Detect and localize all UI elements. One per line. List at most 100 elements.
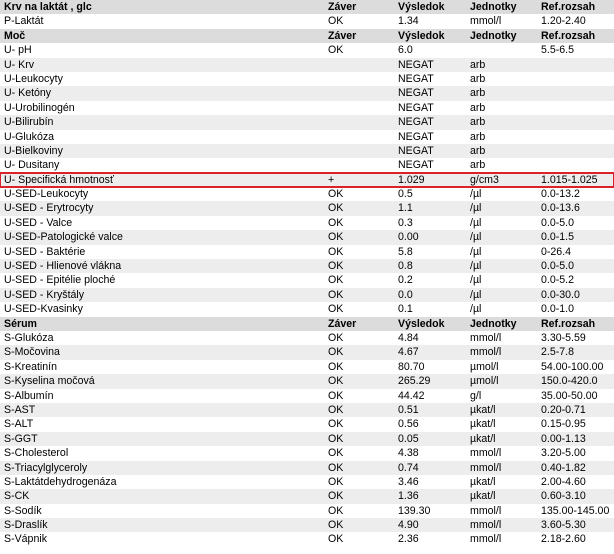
cell-name: U-Leukocyty: [4, 72, 63, 85]
cell-zaver: OK: [328, 331, 344, 344]
cell-vysledok: 5.8: [398, 245, 413, 258]
cell-name: U- Dusitany: [4, 159, 60, 172]
cell-vysledok: 1.34: [398, 15, 419, 28]
cell-ref-rozsah: 54.00-100.00: [541, 360, 604, 373]
cell-vysledok: 1.029: [398, 173, 425, 186]
cell-vysledok: 4.90: [398, 519, 419, 532]
table-row: U-SED - Valce OK 0.3/µl 0.0-5.0: [0, 216, 614, 230]
cell-zaver: OK: [328, 533, 344, 546]
header-ref-rozsah: Ref.rozsah: [541, 1, 596, 13]
table-row: S-Draslík OK 4.90 mmol/l 3.60-5.30: [0, 518, 614, 533]
section-header: Sérum Záver Výsledok Jednotky Ref.rozsah: [0, 316, 614, 331]
cell-jednotky: µkat/l: [470, 475, 496, 488]
cell-jednotky: mmol/l: [470, 346, 502, 359]
cell-name: S-CK: [4, 490, 30, 503]
cell-ref-rozsah: 1.015-1.025: [541, 173, 598, 186]
table-row: S-AST OK 0.51 µkat/l 0.20-0.71: [0, 402, 614, 418]
cell-vysledok: 0.56: [398, 418, 419, 431]
cell-ref-rozsah: 2.18-2.60: [541, 533, 586, 546]
cell-ref-rozsah: 3.60-5.30: [541, 519, 586, 532]
cell-jednotky: /µl: [470, 245, 482, 258]
table-row: U-Bielkoviny NEGAT arb: [0, 143, 614, 159]
cell-vysledok: 80.70: [398, 360, 425, 373]
table-row: S-Cholesterol OK 4.38 mmol/l 3.20-5.00: [0, 446, 614, 460]
header-ref-rozsah: Ref.rozsah: [541, 317, 596, 330]
table-row: S-Kyselina močová OK 265.29 µmol/l 150.0-420…: [0, 374, 614, 389]
cell-name: S-AST: [4, 403, 36, 416]
cell-jednotky: arb: [470, 58, 486, 71]
cell-zaver: +: [328, 173, 335, 186]
cell-ref-rozsah: 35.00-50.00: [541, 389, 598, 402]
table-row: U-SED-Leukocyty OK 0.5/µl 0.0-13.2: [0, 187, 614, 201]
cell-ref-rozsah: 1.20-2.40: [541, 15, 586, 28]
cell-zaver: OK: [328, 231, 344, 244]
cell-ref-rozsah: 0.0-13.2: [541, 188, 580, 201]
table-row: U-SED - Epitélie ploché OK 0.2/µl 0.0-5.2: [0, 273, 614, 287]
cell-zaver: OK: [328, 188, 344, 201]
header-zaver: Záver: [328, 1, 357, 13]
header-vysledok: Výsledok: [398, 1, 445, 13]
cell-zaver: OK: [328, 216, 344, 229]
cell-jednotky: µkat/l: [470, 418, 496, 431]
cell-jednotky: g/cm3: [470, 173, 499, 186]
table-row: P-Laktát OK 1.34 mmol/l 1.20-2.40: [0, 14, 614, 28]
cell-name: U- Specifická hmotnosť: [4, 173, 114, 186]
table-row: U- Krv NEGAT arb: [0, 57, 614, 72]
cell-ref-rozsah: 0.0-5.0: [541, 216, 574, 229]
cell-jednotky: mmol/l: [470, 533, 502, 546]
cell-jednotky: µkat/l: [470, 403, 496, 416]
cell-jednotky: µkat/l: [470, 432, 496, 445]
cell-ref-rozsah: 2.00-4.60: [541, 475, 586, 488]
cell-name: S-Močovina: [4, 346, 60, 359]
table-row: U-SED - Baktérie OK 5.8/µl 0-26.4: [0, 245, 614, 259]
cell-vysledok: 44.42: [398, 389, 425, 402]
header-name: Sérum: [4, 317, 37, 330]
cell-vysledok: 0.05: [398, 432, 419, 445]
cell-name: S-Albumín: [4, 389, 54, 402]
cell-name: S-GGT: [4, 432, 38, 445]
cell-name: U-SED - Epitélie ploché: [4, 274, 116, 287]
cell-vysledok: NEGAT: [398, 130, 434, 143]
section-header: Krv na laktát , glc Záver Výsledok Jednotky…: [0, 0, 614, 15]
cell-zaver: OK: [328, 403, 344, 416]
cell-ref-rozsah: 2.5-7.8: [541, 346, 574, 359]
cell-name: S-Kreatinín: [4, 360, 57, 373]
cell-ref-rozsah: 3.30-5.59: [541, 331, 586, 344]
cell-ref-rozsah: 0.00-1.13: [541, 432, 586, 445]
cell-ref-rozsah: 0.0-1.5: [541, 231, 574, 244]
cell-vysledok: NEGAT: [398, 116, 434, 129]
table-row: U-SED - Hlienové vlákna OK 0.8/µl 0.0-5.0: [0, 259, 614, 274]
cell-vysledok: 0.0: [398, 288, 413, 301]
cell-jednotky: arb: [470, 101, 486, 114]
cell-name: U-SED - Hlienové vlákna: [4, 260, 122, 273]
cell-jednotky: g/l: [470, 389, 482, 402]
cell-zaver: OK: [328, 504, 344, 517]
cell-jednotky: mmol/l: [470, 519, 502, 532]
cell-jednotky: /µl: [470, 188, 482, 201]
cell-name: S-Cholesterol: [4, 447, 69, 460]
table-row: U-Glukóza NEGAT arb: [0, 130, 614, 144]
table-row: U- Dusitany NEGAT arb: [0, 158, 614, 172]
table-row: S-Glukóza OK 4.84 mmol/l 3.30-5.59: [0, 331, 614, 345]
cell-zaver: OK: [328, 432, 344, 445]
header-jednotky: Jednotky: [470, 1, 517, 13]
header-zaver: Záver: [328, 29, 357, 42]
cell-vysledok: 0.5: [398, 188, 413, 201]
cell-ref-rozsah: 0.0-13.6: [541, 202, 580, 215]
cell-zaver: OK: [328, 475, 344, 488]
cell-jednotky: mmol/l: [470, 447, 502, 460]
cell-vysledok: 3.46: [398, 475, 419, 488]
cell-ref-rozsah: 0.60-3.10: [541, 490, 586, 503]
cell-zaver: OK: [328, 202, 344, 215]
cell-zaver: OK: [328, 461, 344, 474]
table-row: S-GGT OK 0.05 µkat/l 0.00-1.13: [0, 431, 614, 447]
cell-vysledok: NEGAT: [398, 58, 434, 71]
table-row: S-Kreatinín OK 80.70 µmol/l 54.00-100.00: [0, 360, 614, 374]
table-row: U-Bilirubín NEGAT arb: [0, 115, 614, 130]
cell-vysledok: NEGAT: [398, 72, 434, 85]
cell-zaver: OK: [328, 490, 344, 503]
cell-jednotky: arb: [470, 144, 486, 157]
cell-name: U-Urobilinogén: [4, 101, 75, 114]
table-row: U-Urobilinogén NEGAT arb: [0, 101, 614, 115]
cell-jednotky: /µl: [470, 303, 482, 316]
